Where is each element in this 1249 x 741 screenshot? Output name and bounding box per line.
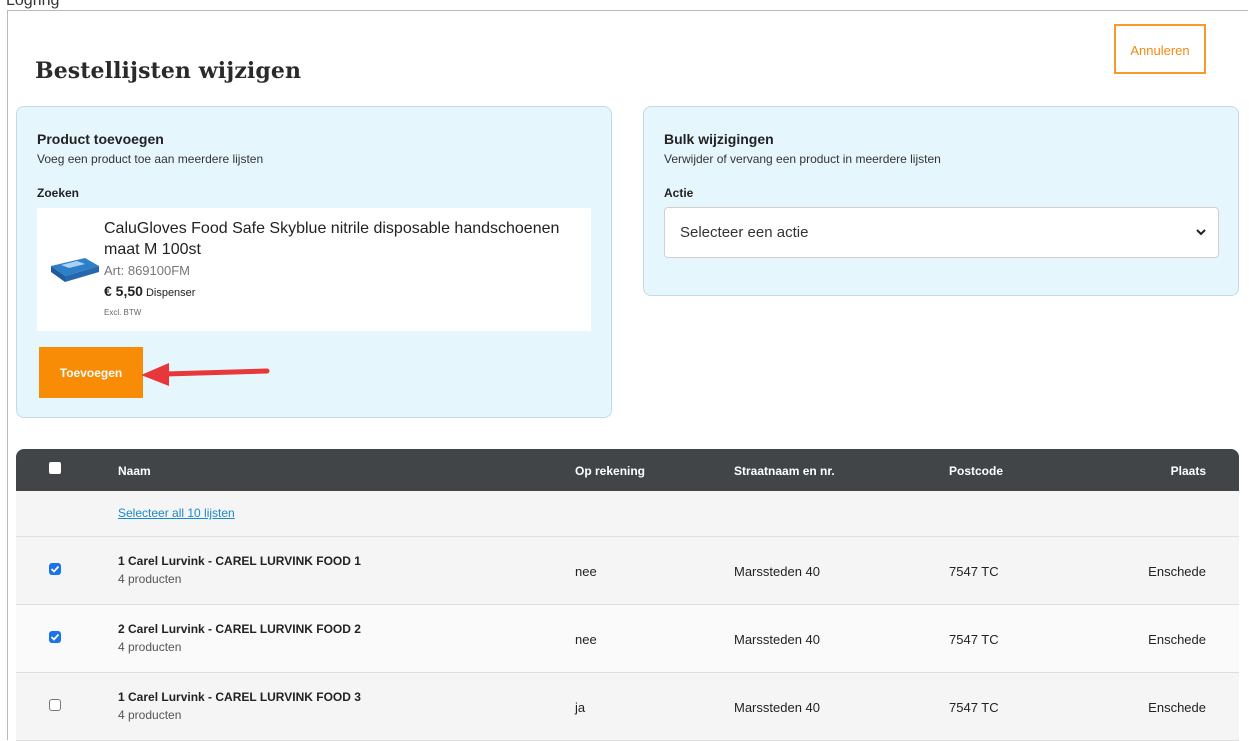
row-name: 1 Carel Lurvink - CAREL LURVINK FOOD 1 xyxy=(118,554,361,568)
top-text: Logring xyxy=(6,0,60,9)
row-name: 1 Carel Lurvink - CAREL LURVINK FOOD 3 xyxy=(118,690,361,704)
header-postcode[interactable]: Postcode xyxy=(949,464,1003,478)
select-all-link[interactable]: Selecteer all 10 lijsten xyxy=(118,506,235,520)
row-plaats: Enschede xyxy=(1148,564,1206,579)
action-label: Actie xyxy=(664,186,694,200)
bulk-subtitle: Verwijder of vervang een product in meer… xyxy=(664,152,941,166)
row-count: 4 producten xyxy=(118,572,182,586)
row-postcode: 7547 TC xyxy=(949,632,999,647)
arrow-annotation-icon xyxy=(141,363,270,386)
row-straat: Marssteden 40 xyxy=(734,632,820,647)
row-postcode: 7547 TC xyxy=(949,700,999,715)
row-straat: Marssteden 40 xyxy=(734,700,820,715)
row-straat: Marssteden 40 xyxy=(734,564,820,579)
page-title: Bestellijsten wijzigen xyxy=(35,58,302,84)
row-count: 4 producten xyxy=(118,640,182,654)
row-checkbox[interactable] xyxy=(49,563,61,575)
row-checkbox[interactable] xyxy=(49,699,61,711)
add-product-subtitle: Voeg een product toe aan meerdere lijste… xyxy=(37,152,264,166)
row-count: 4 producten xyxy=(118,708,182,722)
bulk-changes-card: Bulk wijzigingen Verwijder of vervang ee… xyxy=(643,106,1239,296)
chevron-down-icon xyxy=(1196,229,1206,236)
add-product-card: Product toevoegen Voeg een product toe a… xyxy=(16,106,612,418)
product-price-value: € 5,50 xyxy=(104,283,143,299)
row-name: 2 Carel Lurvink - CAREL LURVINK FOOD 2 xyxy=(118,622,361,636)
product-name: CaluGloves Food Safe Skyblue nitrile dis… xyxy=(104,220,560,258)
select-all-row: Selecteer all 10 lijsten xyxy=(16,491,1239,537)
product-unit: Dispenser xyxy=(145,287,196,299)
action-select[interactable]: Selecteer een actie xyxy=(664,207,1219,258)
header-plaats[interactable]: Plaats xyxy=(1171,464,1206,478)
add-product-title: Product toevoegen xyxy=(37,131,164,147)
cancel-button[interactable]: Annuleren xyxy=(1114,24,1206,74)
header-straat[interactable]: Straatnaam en nr. xyxy=(734,464,835,478)
selected-product[interactable]: CaluGloves Food Safe Skyblue nitrile dis… xyxy=(37,208,591,331)
bulk-title: Bulk wijzigingen xyxy=(664,131,774,147)
row-postcode: 7547 TC xyxy=(949,564,999,579)
lists-table: Naam Op rekening Straatnaam en nr. Postc… xyxy=(16,449,1239,741)
product-vat: Excl. BTW xyxy=(104,308,142,317)
header-naam[interactable]: Naam xyxy=(118,464,151,478)
product-price: € 5,50 Dispenser xyxy=(104,283,195,299)
row-op-rekening: ja xyxy=(575,700,586,715)
row-checkbox[interactable] xyxy=(49,631,61,643)
search-label: Zoeken xyxy=(37,186,80,200)
checkmark-icon xyxy=(50,633,60,641)
product-article: Art: 869100FM xyxy=(104,263,190,278)
row-op-rekening: nee xyxy=(575,632,597,647)
table-row[interactable]: 1 Carel Lurvink - CAREL LURVINK FOOD 3 4… xyxy=(16,673,1239,741)
header-op-rekening[interactable]: Op rekening xyxy=(575,464,645,478)
row-plaats: Enschede xyxy=(1148,632,1206,647)
table-row[interactable]: 1 Carel Lurvink - CAREL LURVINK FOOD 1 4… xyxy=(16,537,1239,605)
product-image xyxy=(51,258,99,282)
table-row[interactable]: 2 Carel Lurvink - CAREL LURVINK FOOD 2 4… xyxy=(16,605,1239,673)
add-button[interactable]: Toevoegen xyxy=(39,347,143,398)
select-all-checkbox[interactable] xyxy=(49,462,61,474)
action-select-value: Selecteer een actie xyxy=(680,224,809,241)
checkmark-icon xyxy=(50,565,60,573)
row-op-rekening: nee xyxy=(575,564,597,579)
row-plaats: Enschede xyxy=(1148,700,1206,715)
table-header: Naam Op rekening Straatnaam en nr. Postc… xyxy=(16,449,1239,491)
